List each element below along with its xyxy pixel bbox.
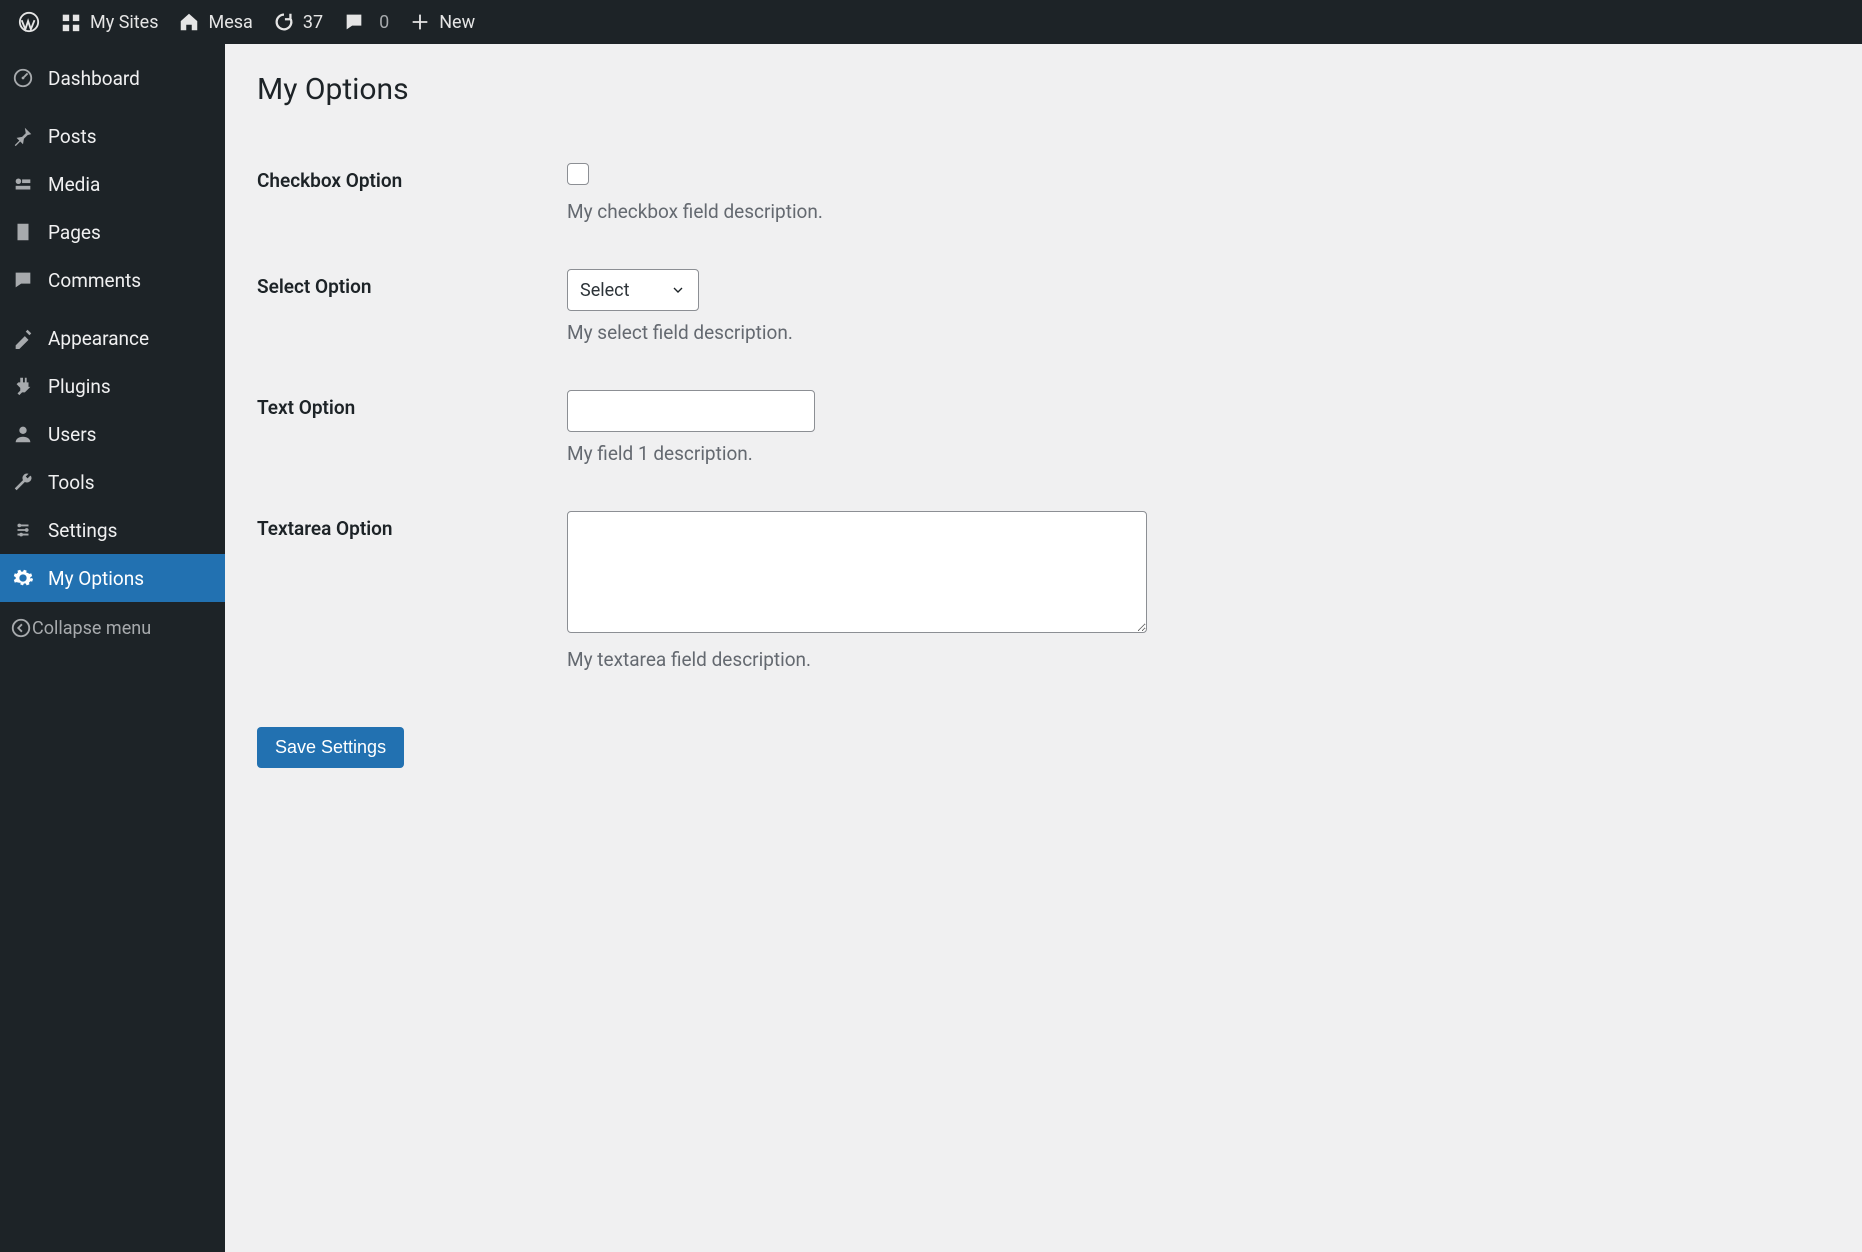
my-sites-menu[interactable]: My Sites xyxy=(50,0,168,44)
sidebar-item-plugins[interactable]: Plugins xyxy=(0,362,225,410)
home-icon xyxy=(178,11,200,33)
sidebar-item-label: Tools xyxy=(48,471,95,494)
checkbox-option-input[interactable] xyxy=(567,163,589,185)
plus-icon xyxy=(409,11,431,33)
sidebar-item-label: Dashboard xyxy=(48,67,140,90)
main-content: My Options Checkbox Option My checkbox f… xyxy=(225,44,1862,1252)
select-option-label: Select Option xyxy=(257,249,567,370)
sidebar-item-users[interactable]: Users xyxy=(0,410,225,458)
collapse-icon xyxy=(10,617,32,639)
comments-menu[interactable]: 0 xyxy=(333,0,399,44)
save-settings-button[interactable]: Save Settings xyxy=(257,727,404,768)
select-option-description: My select field description. xyxy=(567,321,1820,344)
text-option-input[interactable] xyxy=(567,390,815,432)
sidebar-item-posts[interactable]: Posts xyxy=(0,112,225,160)
my-sites-label: My Sites xyxy=(90,12,158,33)
sidebar-item-label: Posts xyxy=(48,125,97,148)
admin-sidebar: Dashboard Posts Media Pages Comments App… xyxy=(0,44,225,1252)
sidebar-item-label: Appearance xyxy=(48,327,149,350)
page-title: My Options xyxy=(257,72,1830,107)
comments-count: 0 xyxy=(379,12,389,33)
sidebar-item-label: My Options xyxy=(48,567,144,590)
updates-count: 37 xyxy=(303,12,323,33)
collapse-menu-button[interactable]: Collapse menu xyxy=(0,606,225,650)
appearance-icon xyxy=(10,325,36,351)
textarea-option-input[interactable] xyxy=(567,511,1147,633)
settings-icon xyxy=(10,517,36,543)
users-icon xyxy=(10,421,36,447)
admin-toolbar: My Sites Mesa 37 0 New xyxy=(0,0,1862,44)
new-label: New xyxy=(439,12,475,33)
dashboard-icon xyxy=(10,65,36,91)
sidebar-item-tools[interactable]: Tools xyxy=(0,458,225,506)
sidebar-item-settings[interactable]: Settings xyxy=(0,506,225,554)
text-option-label: Text Option xyxy=(257,370,567,491)
updates-icon xyxy=(273,11,295,33)
new-content-menu[interactable]: New xyxy=(399,0,485,44)
sidebar-item-label: Pages xyxy=(48,221,101,244)
media-icon xyxy=(10,171,36,197)
sidebar-item-label: Comments xyxy=(48,269,141,292)
comment-icon xyxy=(10,267,36,293)
wordpress-logo-icon xyxy=(18,11,40,33)
wp-logo-menu[interactable] xyxy=(8,0,50,44)
sidebar-item-comments[interactable]: Comments xyxy=(0,256,225,304)
plugins-icon xyxy=(10,373,36,399)
sidebar-item-pages[interactable]: Pages xyxy=(0,208,225,256)
checkbox-option-description: My checkbox field description. xyxy=(567,200,1820,223)
sidebar-item-label: Settings xyxy=(48,519,117,542)
gear-icon xyxy=(10,565,36,591)
textarea-option-label: Textarea Option xyxy=(257,491,567,697)
comment-icon xyxy=(343,11,365,33)
sidebar-item-appearance[interactable]: Appearance xyxy=(0,314,225,362)
sidebar-item-media[interactable]: Media xyxy=(0,160,225,208)
updates-menu[interactable]: 37 xyxy=(263,0,333,44)
options-form-table: Checkbox Option My checkbox field descri… xyxy=(257,143,1830,697)
sidebar-item-label: Media xyxy=(48,173,100,196)
sidebar-item-my-options[interactable]: My Options xyxy=(0,554,225,602)
textarea-option-description: My textarea field description. xyxy=(567,648,1820,671)
sidebar-item-label: Plugins xyxy=(48,375,111,398)
sites-icon xyxy=(60,11,82,33)
checkbox-option-label: Checkbox Option xyxy=(257,143,567,249)
page-icon xyxy=(10,219,36,245)
site-name-menu[interactable]: Mesa xyxy=(168,0,262,44)
sidebar-item-label: Users xyxy=(48,423,96,446)
thumbtack-icon xyxy=(10,123,36,149)
tools-icon xyxy=(10,469,36,495)
chevron-down-icon xyxy=(670,282,686,298)
site-name-label: Mesa xyxy=(208,12,252,33)
text-option-description: My field 1 description. xyxy=(567,442,1820,465)
sidebar-item-dashboard[interactable]: Dashboard xyxy=(0,54,225,102)
collapse-menu-label: Collapse menu xyxy=(32,618,151,639)
select-option-value: Select xyxy=(580,280,652,301)
select-option-dropdown[interactable]: Select xyxy=(567,269,699,311)
